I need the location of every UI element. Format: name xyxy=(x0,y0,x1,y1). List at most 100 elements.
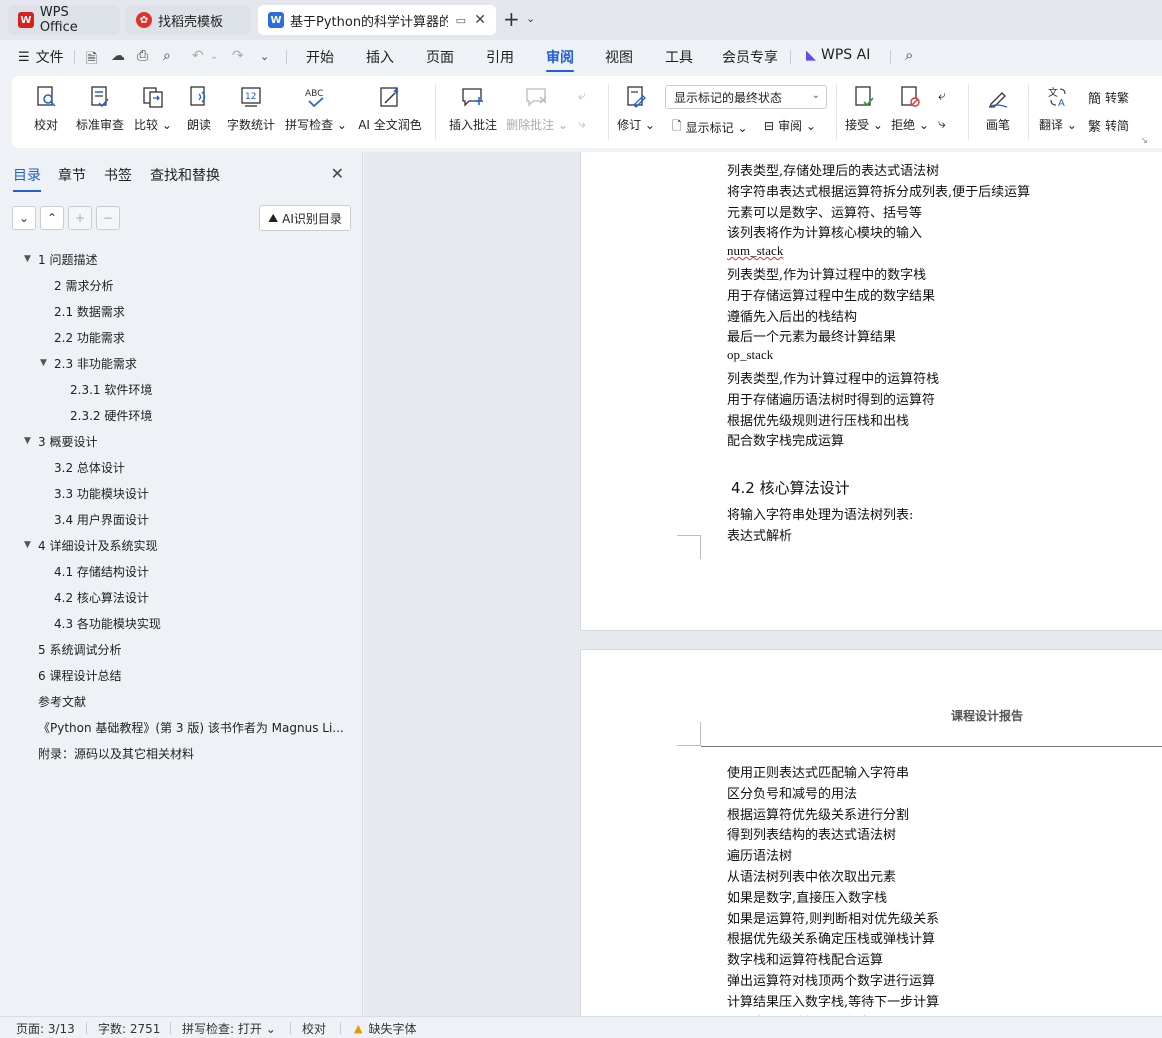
section-heading[interactable]: 4.2 核心算法设计 xyxy=(731,477,850,498)
toc-item[interactable]: 6 课程设计总结 xyxy=(38,662,121,688)
redo-icon[interactable]: ↷ xyxy=(232,48,244,64)
document-text-line[interactable]: 用于存储运算过程中生成的数字结果 xyxy=(727,285,935,304)
quick-access-chevron-icon[interactable]: ⌄ xyxy=(260,50,269,63)
toc-item[interactable]: 4.3 各功能模块实现 xyxy=(54,610,161,636)
document-text-line[interactable]: 区分负号和减号的用法 xyxy=(727,783,857,802)
toc-item[interactable]: 5 系统调试分析 xyxy=(38,636,121,662)
reject-button[interactable]: 拒绝 ⌄ xyxy=(891,76,929,148)
document-text-line[interactable]: 将输入字符串处理为语法树列表: xyxy=(727,504,913,523)
ai-toc-button[interactable]: ⛰ AI识别目录 xyxy=(259,205,351,231)
document-text-line[interactable]: 最后一个元素为最终计算结果 xyxy=(727,326,896,345)
expand-all-button[interactable]: ⌄ xyxy=(12,206,36,230)
collapse-all-button[interactable]: ⌃ xyxy=(40,206,64,230)
spell-check-status[interactable]: 拼写检查: 打开 ⌄ xyxy=(182,1020,276,1037)
document-text-line[interactable]: 用于存储遍历语法树时得到的运算符 xyxy=(727,389,935,408)
caret-down-icon[interactable]: ▼ xyxy=(24,254,31,264)
menu-view[interactable]: 视图 xyxy=(605,47,633,67)
save-icon[interactable]: 🗎 xyxy=(86,48,97,72)
ribbon-expand-icon[interactable]: ↘ xyxy=(1140,136,1148,146)
add-heading-button[interactable]: + xyxy=(68,206,92,230)
document-text-line[interactable]: 表达式解析 xyxy=(727,525,792,544)
document-text-line[interactable]: 得到列表结构的表达式语法树 xyxy=(727,824,896,843)
menu-membership[interactable]: 会员专享 xyxy=(722,47,778,67)
standard-review-button[interactable]: 标准审查 xyxy=(74,76,126,148)
menu-home[interactable]: 开始 xyxy=(306,47,334,67)
missing-font-status[interactable]: ▲ 缺失字体 xyxy=(354,1020,416,1037)
toc-item[interactable]: 3.3 功能模块设计 xyxy=(54,480,149,506)
tab-bookmarks[interactable]: 书签 xyxy=(104,165,132,185)
document-text-line[interactable]: 根据运算符优先级关系进行分割 xyxy=(727,804,909,823)
toc-item[interactable]: 4.1 存储结构设计 xyxy=(54,558,149,584)
document-text-line[interactable]: 如果是运算符,则判断相对优先级关系 xyxy=(727,908,939,927)
toc-item[interactable]: 附录：源码以及其它相关材料 xyxy=(38,740,194,766)
toc-item[interactable]: 3.4 用户界面设计 xyxy=(54,506,149,532)
proofread-button[interactable]: 校对 xyxy=(30,76,62,148)
tab-wps-office[interactable]: W WPS Office xyxy=(8,5,120,35)
delete-comment-button[interactable]: 删除批注 ⌄ xyxy=(506,76,568,148)
next-change-icon[interactable]: ⤷ xyxy=(938,116,946,132)
menu-page[interactable]: 页面 xyxy=(426,47,454,67)
toc-item[interactable]: 2.3.2 硬件环境 xyxy=(70,402,152,428)
menu-references[interactable]: 引用 xyxy=(486,47,514,67)
to-traditional-button[interactable]: 簡 转繁 xyxy=(1088,88,1129,107)
toc-item[interactable]: 2.2 功能需求 xyxy=(54,324,125,350)
document-area[interactable]: 列表类型,存储处理后的表达式语法树将字符串表达式根据运算符拆分成列表,便于后续运… xyxy=(364,152,1162,1016)
document-text-line[interactable]: 遍历语法树 xyxy=(727,845,792,864)
undo-dropdown-icon[interactable]: ⌄ xyxy=(210,51,218,62)
toc-item[interactable]: 2.1 数据需求 xyxy=(54,298,125,324)
document-text-line[interactable]: 弹出运算符对栈顶两个数字进行运算 xyxy=(727,970,935,989)
document-text-line[interactable]: 列表类型,作为计算过程中的数字栈 xyxy=(727,264,926,283)
menu-tools[interactable]: 工具 xyxy=(665,47,693,67)
monitor-icon[interactable]: ▭ xyxy=(456,14,466,27)
tab-toc[interactable]: 目录 xyxy=(13,165,41,192)
toc-item[interactable]: 4.2 核心算法设计 xyxy=(54,584,149,610)
insert-comment-button[interactable]: 插入批注 xyxy=(448,76,498,148)
tab-list-chevron-icon[interactable]: ⌄ xyxy=(526,12,535,25)
markup-display-select[interactable]: 显示标记的最终状态 ⌄ xyxy=(665,85,827,109)
toc-item[interactable]: ▼ 4 详细设计及系统实现 xyxy=(24,532,157,558)
read-aloud-button[interactable]: 朗读 xyxy=(184,76,214,148)
toc-item[interactable]: 参考文献 xyxy=(38,688,86,714)
toc-item[interactable]: ▼ 3 概要设计 xyxy=(24,428,97,454)
document-text-line[interactable]: 遵循先入后出的栈结构 xyxy=(727,306,857,325)
new-tab-plus-icon[interactable]: + xyxy=(503,9,520,29)
ai-polish-button[interactable]: AI 全文润色 xyxy=(356,76,424,148)
toc-item[interactable]: ▼ 2.3 非功能需求 xyxy=(40,350,137,376)
proofread-status[interactable]: 校对 xyxy=(302,1020,326,1037)
document-text-line[interactable]: num_stack xyxy=(727,243,783,259)
document-text-line[interactable]: 计算结果压入数字栈,等待下一步计算 xyxy=(727,991,939,1010)
tab-sections[interactable]: 章节 xyxy=(58,165,86,185)
caret-down-icon[interactable]: ▼ xyxy=(24,540,31,550)
tab-current-document[interactable]: W 基于Python的科学计算器的实 ▭ ✕ xyxy=(258,5,496,35)
search-icon[interactable]: ⌕ xyxy=(905,46,913,64)
document-page[interactable]: 课程设计报告 使用正则表达式匹配输入字符串 区分负号和减号的用法 根据运算符优先级关… xyxy=(580,649,1162,1016)
caret-down-icon[interactable]: ▼ xyxy=(24,436,31,446)
document-text-line[interactable]: 列表类型,存储处理后的表达式语法树 xyxy=(727,160,939,179)
menu-insert[interactable]: 插入 xyxy=(366,47,394,67)
document-page[interactable]: 列表类型,存储处理后的表达式语法树将字符串表达式根据运算符拆分成列表,便于后续运… xyxy=(580,152,1162,631)
toc-item[interactable]: 《Python 基础教程》(第 3 版) 该书作者为 Magnus Li... xyxy=(38,714,344,740)
previous-comment-icon[interactable]: ⤶ xyxy=(578,88,586,104)
ink-pen-button[interactable]: 画笔 xyxy=(982,76,1014,148)
document-text-line[interactable]: 根据优先级规则进行压栈和出栈 xyxy=(727,410,909,429)
toc-item[interactable]: ▼ 1 问题描述 xyxy=(24,246,97,272)
toc-item[interactable]: 2.3.1 软件环境 xyxy=(70,376,152,402)
document-text-line[interactable]: 数字栈和运算符栈配合运算 xyxy=(727,949,883,968)
toc-item[interactable]: 3.2 总体设计 xyxy=(54,454,125,480)
document-text-line[interactable]: 使用正则表达式匹配输入字符串 xyxy=(727,762,909,781)
tab-find-replace[interactable]: 查找和替换 xyxy=(150,165,220,185)
tab-docer-templates[interactable]: ✿ 找稻壳模板 xyxy=(126,5,250,35)
document-text-line[interactable]: op_stack xyxy=(727,347,773,363)
document-text-line[interactable]: 该列表将作为计算核心模块的输入 xyxy=(727,222,922,241)
to-simplified-button[interactable]: 繁 转简 xyxy=(1088,116,1129,135)
previous-change-icon[interactable]: ⤶ xyxy=(938,88,946,104)
file-menu[interactable]: ☰ 文件 xyxy=(18,47,64,67)
menu-review[interactable]: 审阅 xyxy=(546,47,574,72)
close-tab-icon[interactable]: ✕ xyxy=(474,12,486,28)
translate-button[interactable]: 文A 翻译 ⌄ xyxy=(1038,76,1078,148)
next-comment-icon[interactable]: ⤷ xyxy=(578,116,586,132)
document-text-line[interactable]: 将字符串表达式根据运算符拆分成列表,便于后续运算 xyxy=(727,181,1030,200)
show-markup-button[interactable]: 🗋 显示标记 ⌄ xyxy=(672,117,748,138)
accept-button[interactable]: 接受 ⌄ xyxy=(845,76,883,148)
document-text-line[interactable]: 如果是数字,直接压入数字栈 xyxy=(727,887,887,906)
